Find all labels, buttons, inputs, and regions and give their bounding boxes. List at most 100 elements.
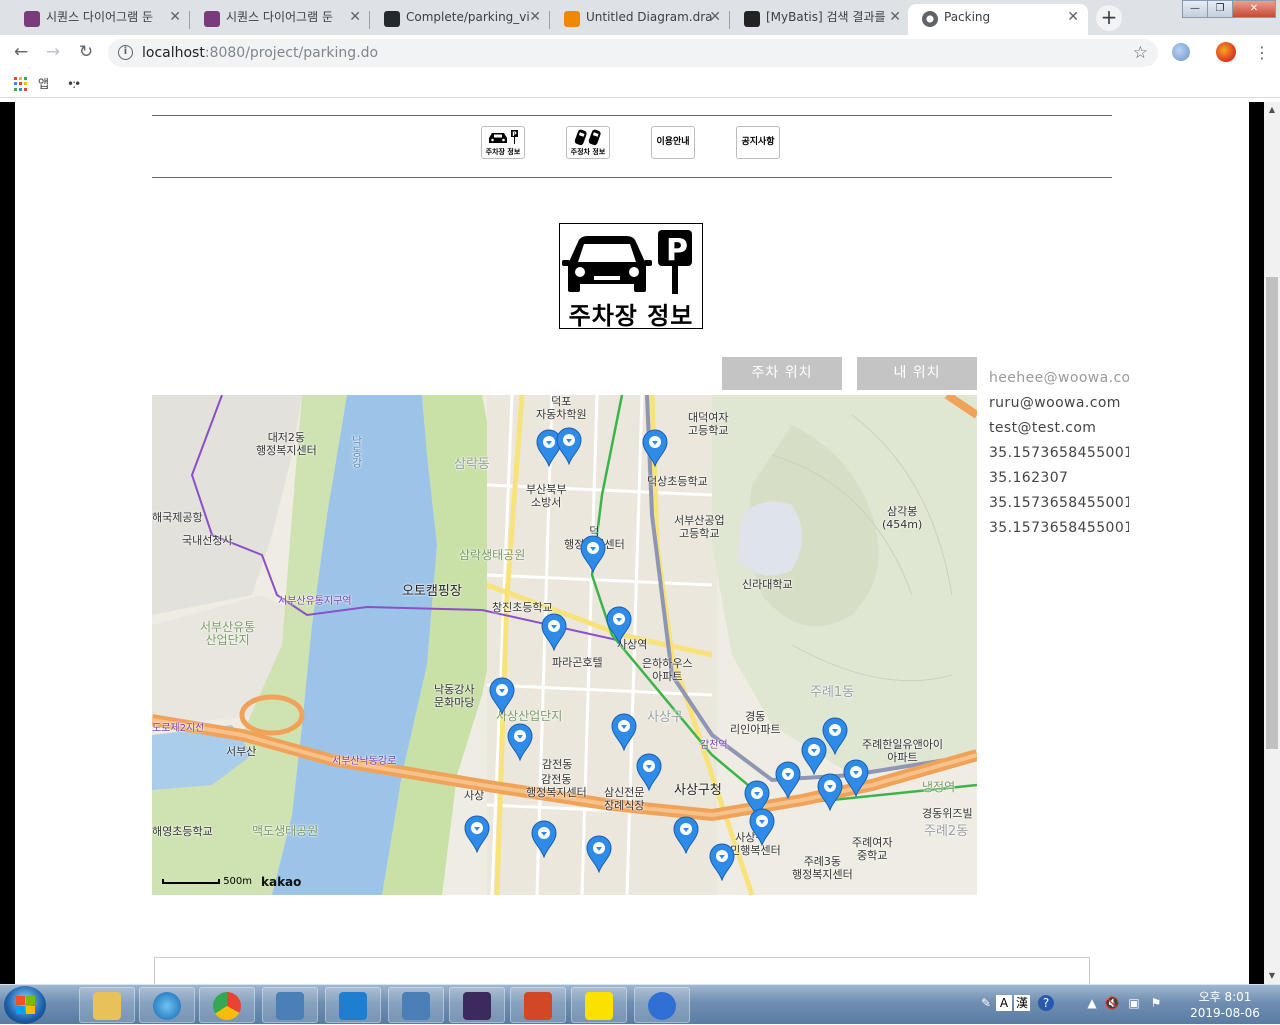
map-label: 국내선청사: [182, 534, 233, 547]
nav-parking-info[interactable]: P 주차장 정보: [481, 126, 525, 159]
show-hidden-icons[interactable]: ▲: [1084, 995, 1100, 1011]
map-label: 사상: [464, 789, 485, 802]
map-label: 서부산유통지구역: [278, 596, 352, 607]
kakao-attribution[interactable]: kakao: [261, 875, 301, 889]
nav-label: 주차장 정보: [485, 148, 521, 156]
nav-notice[interactable]: 공지사항: [736, 126, 780, 159]
scroll-up-icon[interactable]: ▲: [1264, 102, 1280, 118]
nav-parked-info[interactable]: 주정차 정보: [566, 126, 610, 159]
close-tab-icon[interactable]: ✕: [169, 4, 181, 31]
browser-tab[interactable]: [MyBatis] 검색 결과를 ✕: [730, 4, 910, 35]
minimize-button[interactable]: —: [1182, 0, 1208, 18]
close-tab-icon[interactable]: ✕: [529, 4, 541, 31]
forward-arrow-icon[interactable]: →: [41, 40, 65, 64]
user-list: heehee@woowa.co ruru@woowa.com test@test…: [989, 366, 1129, 541]
action-center-flag-icon[interactable]: ⚑: [1148, 995, 1164, 1011]
taskbar-eclipse[interactable]: [449, 987, 505, 1023]
kakao-map[interactable]: 덕포 자동차학원 대덕여자 고등학교 대저2동 행정복지센터 삼락동 부산북부 소방서 덕…: [152, 395, 977, 895]
language-bar-icon[interactable]: ✎: [978, 995, 994, 1011]
map-label: 맥도생태공원: [252, 824, 319, 838]
apps-bookmark-label[interactable]: 앱: [38, 70, 49, 98]
scroll-down-icon[interactable]: ▼: [1264, 968, 1280, 984]
browser-tab[interactable]: 시퀀스 다이어그램 둔 ✕: [10, 4, 190, 35]
parking-marker-icon[interactable]: [611, 713, 637, 752]
map-label: 주례2동: [924, 824, 969, 839]
address-bar[interactable]: i localhost:8080/project/parking.do ☆: [108, 39, 1158, 67]
list-item: 35.15736584550011: [989, 495, 1129, 511]
scrollbar-thumb[interactable]: [1266, 277, 1278, 749]
parking-marker-icon[interactable]: [749, 808, 775, 847]
close-tab-icon[interactable]: ✕: [349, 4, 361, 31]
github-icon: [384, 11, 400, 27]
volume-muted-icon[interactable]: 🔇: [1104, 995, 1120, 1011]
browser-tab[interactable]: Untitled Diagram.dra ✕: [550, 4, 730, 35]
close-window-button[interactable]: ✕: [1232, 0, 1276, 18]
page-scrollbar[interactable]: ▲ ▼: [1264, 102, 1280, 984]
windows-start-button[interactable]: [4, 986, 46, 1024]
taskbar-kakaotalk[interactable]: [571, 987, 627, 1023]
parking-marker-icon[interactable]: [464, 815, 490, 854]
new-tab-button[interactable]: +: [1096, 5, 1122, 31]
ime-hanja-icon[interactable]: 漢: [1014, 995, 1030, 1011]
taskbar-chrome[interactable]: [199, 987, 255, 1023]
parking-marker-icon[interactable]: [636, 753, 662, 792]
taskbar-powerpoint[interactable]: [510, 987, 566, 1023]
reload-icon[interactable]: ↻: [74, 40, 98, 64]
network-icon[interactable]: ▣: [1126, 995, 1142, 1011]
my-location-button[interactable]: 내 위치: [857, 357, 977, 390]
parking-car-icon: P: [562, 230, 692, 294]
extension-icon[interactable]: [1172, 43, 1190, 61]
bookmark-dots-icon[interactable]: •:•: [67, 77, 81, 91]
map-label: 대저2동 행정복지센터: [256, 431, 317, 457]
parking-marker-icon[interactable]: [673, 816, 699, 855]
browser-tab[interactable]: Complete/parking_vi ✕: [370, 4, 550, 35]
parking-marker-icon[interactable]: [817, 773, 843, 812]
maximize-button[interactable]: ❐: [1207, 0, 1233, 18]
browser-tab[interactable]: 시퀀스 다이어그램 둔 ✕: [190, 4, 370, 35]
tab-title: Complete/parking_vi: [406, 10, 530, 24]
parking-marker-icon[interactable]: [709, 843, 735, 882]
parking-car-icon: P: [489, 130, 518, 144]
parking-marker-icon[interactable]: [556, 427, 582, 466]
parking-location-button[interactable]: 주차 위치: [722, 357, 842, 390]
map-label: 덕상초등학교: [647, 475, 708, 488]
close-tab-icon[interactable]: ✕: [1067, 4, 1079, 31]
help-icon[interactable]: ?: [1038, 995, 1054, 1011]
parking-marker-icon[interactable]: [642, 429, 668, 468]
ime-a-icon[interactable]: A: [996, 995, 1012, 1011]
browser-tab[interactable]: Packing ✕: [908, 4, 1088, 35]
parking-marker-icon[interactable]: [541, 613, 567, 652]
parking-marker-icon[interactable]: [586, 835, 612, 874]
taskbar-ie[interactable]: [139, 987, 195, 1023]
taskbar-app-2[interactable]: [388, 987, 444, 1023]
taskbar-explorer[interactable]: [79, 987, 135, 1023]
nav-label: 공지사항: [741, 137, 775, 147]
site-info-icon[interactable]: i: [118, 45, 133, 60]
taskbar-clock[interactable]: 오후 8:01 2019-08-06: [1180, 989, 1270, 1021]
nav-guide[interactable]: 이용안내: [651, 126, 695, 159]
taskbar-app-3[interactable]: [634, 987, 690, 1023]
browser-menu-icon[interactable]: ⋮: [1254, 35, 1270, 70]
chrome-icon: [213, 992, 241, 1020]
parking-marker-icon[interactable]: [507, 723, 533, 762]
apps-grid-icon[interactable]: [14, 77, 28, 91]
parking-marker-icon[interactable]: [531, 820, 557, 859]
parking-marker-icon[interactable]: [801, 737, 827, 776]
profile-avatar[interactable]: [1216, 42, 1236, 62]
close-tab-icon[interactable]: ✕: [709, 4, 721, 31]
svg-text:P: P: [512, 131, 517, 138]
tab-title: 시퀀스 다이어그램 둔: [46, 10, 153, 24]
taskbar-app-1[interactable]: [262, 987, 318, 1023]
map-label: 파라곤호텔: [552, 656, 603, 669]
bookmark-star-icon[interactable]: ☆: [1133, 39, 1148, 67]
parking-marker-icon[interactable]: [775, 761, 801, 800]
close-tab-icon[interactable]: ✕: [889, 4, 901, 31]
back-arrow-icon[interactable]: ←: [9, 40, 33, 64]
parking-marker-icon[interactable]: [489, 677, 515, 716]
parking-marker-icon[interactable]: [606, 606, 632, 645]
parking-marker-icon[interactable]: [580, 535, 606, 574]
map-label: 삼락동: [454, 457, 490, 472]
tab-title: Untitled Diagram.dra: [586, 10, 713, 24]
parking-marker-icon[interactable]: [843, 759, 869, 798]
taskbar-vscode[interactable]: [325, 987, 381, 1023]
